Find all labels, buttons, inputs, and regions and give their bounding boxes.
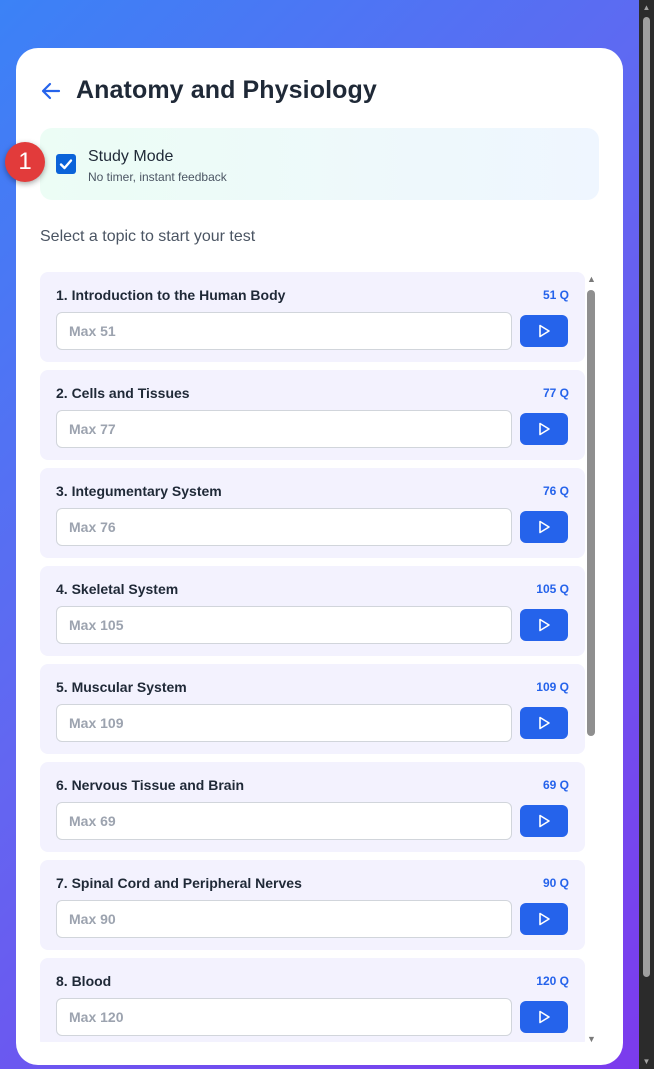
topic-name: 8. Blood: [56, 973, 112, 989]
scroll-down-arrow-icon[interactable]: ▼: [587, 1034, 596, 1044]
topic-selection-card: Anatomy and Physiology Study Mode No tim…: [16, 48, 623, 1065]
question-count-input[interactable]: [56, 508, 512, 546]
topic-name: 5. Muscular System: [56, 679, 187, 695]
question-count: 51 Q: [542, 288, 569, 302]
study-mode-description: No timer, instant feedback: [88, 170, 227, 184]
study-mode-label: Study Mode: [88, 148, 174, 165]
play-icon: [539, 520, 550, 534]
play-icon: [539, 912, 550, 926]
topic-card: 8. Blood 120 Q: [40, 958, 585, 1042]
start-test-button[interactable]: [520, 1001, 568, 1033]
topic-name: 1. Introduction to the Human Body: [56, 287, 286, 303]
topic-card: 7. Spinal Cord and Peripheral Nerves 90 …: [40, 860, 585, 950]
checkmark-icon: [59, 159, 73, 170]
question-count: 109 Q: [536, 680, 569, 694]
topic-prompt: Select a topic to start your test: [40, 228, 256, 245]
scroll-down-arrow-icon[interactable]: ▼: [639, 1054, 654, 1069]
window-scrollbar[interactable]: ▲ ▼: [639, 0, 654, 1069]
topic-card: 1. Introduction to the Human Body 51 Q: [40, 272, 585, 362]
start-test-button[interactable]: [520, 315, 568, 347]
play-icon: [539, 618, 550, 632]
arrow-left-icon: [41, 82, 61, 99]
topic-card: 6. Nervous Tissue and Brain 69 Q: [40, 762, 585, 852]
question-count: 105 Q: [536, 582, 569, 596]
question-count: 76 Q: [542, 484, 569, 498]
question-count: 69 Q: [542, 778, 569, 792]
topic-name: 2. Cells and Tissues: [56, 385, 190, 401]
topic-card: 4. Skeletal System 105 Q: [40, 566, 585, 656]
topic-name: 7. Spinal Cord and Peripheral Nerves: [56, 875, 302, 891]
question-count-input[interactable]: [56, 900, 512, 938]
question-count-input[interactable]: [56, 606, 512, 644]
question-count: 90 Q: [542, 876, 569, 890]
window-scroll-thumb[interactable]: [643, 17, 650, 977]
question-count-input[interactable]: [56, 802, 512, 840]
question-count: 120 Q: [536, 974, 569, 988]
question-count-input[interactable]: [56, 410, 512, 448]
study-mode-checkbox[interactable]: [56, 154, 76, 174]
play-icon: [539, 422, 550, 436]
topic-name: 4. Skeletal System: [56, 581, 179, 597]
start-test-button[interactable]: [520, 805, 568, 837]
topic-name: 3. Integumentary System: [56, 483, 222, 499]
study-mode-panel: Study Mode No timer, instant feedback: [40, 128, 599, 200]
topic-list-scrollbar[interactable]: ▲ ▼: [586, 274, 598, 1044]
topic-card: 2. Cells and Tissues 77 Q: [40, 370, 585, 460]
topic-name: 6. Nervous Tissue and Brain: [56, 777, 245, 793]
topic-list-scroll-thumb[interactable]: [587, 290, 595, 736]
play-icon: [539, 814, 550, 828]
play-icon: [539, 1010, 550, 1024]
back-button[interactable]: [40, 80, 62, 102]
start-test-button[interactable]: [520, 413, 568, 445]
annotation-badge: 1: [5, 142, 45, 182]
topic-card: 3. Integumentary System 76 Q: [40, 468, 585, 558]
play-icon: [539, 716, 550, 730]
page-title: Anatomy and Physiology: [76, 76, 377, 104]
start-test-button[interactable]: [520, 707, 568, 739]
start-test-button[interactable]: [520, 511, 568, 543]
question-count: 77 Q: [542, 386, 569, 400]
start-test-button[interactable]: [520, 903, 568, 935]
play-icon: [539, 324, 550, 338]
topic-card: 5. Muscular System 109 Q: [40, 664, 585, 754]
scroll-up-arrow-icon[interactable]: ▲: [587, 274, 596, 284]
question-count-input[interactable]: [56, 998, 512, 1036]
scroll-up-arrow-icon[interactable]: ▲: [639, 0, 654, 15]
question-count-input[interactable]: [56, 312, 512, 350]
start-test-button[interactable]: [520, 609, 568, 641]
header: Anatomy and Physiology: [40, 76, 377, 105]
question-count-input[interactable]: [56, 704, 512, 742]
topic-list: 1. Introduction to the Human Body 51 Q 2…: [40, 272, 585, 1042]
